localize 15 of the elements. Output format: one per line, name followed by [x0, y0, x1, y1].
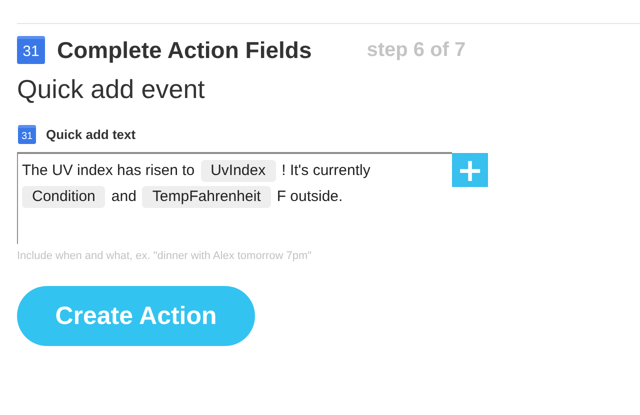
text-field[interactable]: The UV index has risen to UvIndex ! It's currently Condition and TempFahrenheit F outside. — [17, 152, 452, 244]
ingredient-tag[interactable]: TempFahrenheit — [142, 186, 271, 208]
section-title: Quick add event — [17, 74, 206, 105]
field-hint: Include when and what, ex. "dinner with Alex tomorrow 7pm" — [17, 250, 313, 262]
step-indicator: step 6 of 7 — [366, 38, 466, 62]
ingredient-tag[interactable]: UvIndex — [200, 160, 276, 182]
page-title: Complete Action Fields — [57, 36, 312, 64]
calendar-icon: 31 — [18, 125, 36, 144]
ingredient-tag[interactable]: Condition — [22, 186, 106, 208]
calendar-icon: 31 — [17, 36, 45, 64]
field-text: and — [111, 187, 136, 207]
field-label: Quick add text — [46, 127, 136, 142]
field-text: ! It's currently — [282, 161, 370, 181]
field-text: F outside. — [276, 187, 343, 207]
field-text: The UV index has risen to — [22, 161, 195, 181]
